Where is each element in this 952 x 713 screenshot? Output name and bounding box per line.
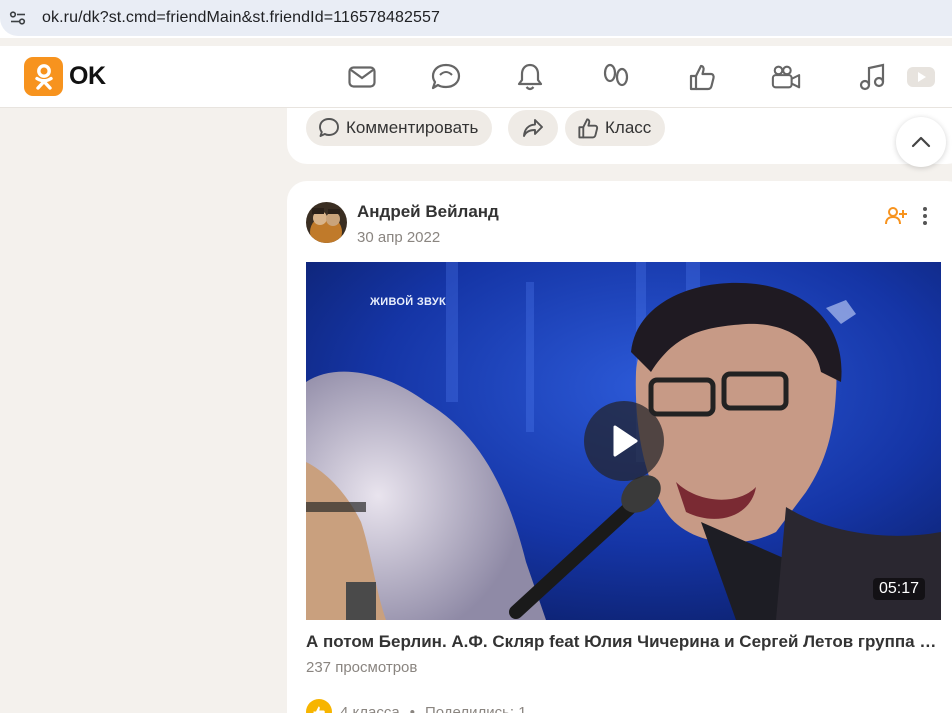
share-button[interactable]	[508, 110, 558, 146]
shares-count[interactable]: Поделились: 1	[425, 704, 527, 713]
marks-icon[interactable]	[687, 62, 717, 92]
logo-text: OK	[69, 62, 106, 90]
play-icon	[613, 425, 638, 457]
video-title[interactable]: А потом Берлин. А.Ф. Скляр feat Юлия Чич…	[306, 632, 946, 652]
more-options-icon[interactable]	[917, 205, 933, 227]
reactions-bar: 4 класса • Поделились: 1	[306, 699, 527, 713]
address-bar[interactable]: ok.ru/dk?st.cmd=friendMain&st.friendId=1…	[0, 0, 952, 36]
previous-post-card: Комментировать Класс	[287, 108, 952, 164]
video-views: 237 просмотров	[306, 659, 418, 676]
tune-icon[interactable]	[0, 0, 36, 36]
discussions-icon[interactable]	[431, 62, 461, 92]
separator-dot: •	[409, 703, 415, 713]
chevron-up-icon	[911, 136, 931, 148]
scroll-to-top-button[interactable]	[896, 117, 946, 167]
comment-button[interactable]: Комментировать	[306, 110, 493, 146]
browser-url-bar: ok.ru/dk?st.cmd=friendMain&st.friendId=1…	[0, 0, 952, 38]
video-player[interactable]: ЖИВОЙ ЗВУК 05:17	[306, 262, 941, 620]
url-text[interactable]: ok.ru/dk?st.cmd=friendMain&st.friendId=1…	[42, 9, 440, 27]
add-friend-icon[interactable]	[884, 205, 908, 227]
video-duration: 05:17	[872, 578, 925, 600]
feed-post-card: Андрей Вейланд 30 апр 2022 ЖИВОЙ ЗВУК 05…	[287, 181, 952, 713]
ok-logo[interactable]: OK	[24, 57, 106, 96]
like-badge-icon	[306, 699, 332, 713]
share-icon	[523, 119, 543, 137]
video-watermark: ЖИВОЙ ЗВУК	[370, 296, 447, 308]
like-icon	[578, 118, 599, 139]
guests-icon[interactable]	[601, 62, 631, 92]
play-button[interactable]	[584, 401, 664, 481]
video-icon[interactable]	[771, 62, 801, 92]
post-date[interactable]: 30 апр 2022	[357, 229, 440, 246]
notifications-icon[interactable]	[515, 62, 545, 92]
messages-icon[interactable]	[347, 62, 377, 92]
music-icon[interactable]	[857, 62, 887, 92]
like-label: Класс	[605, 118, 652, 137]
like-button[interactable]: Класс	[565, 110, 666, 146]
games-icon[interactable]	[906, 62, 936, 92]
comment-label: Комментировать	[346, 118, 479, 137]
author-name[interactable]: Андрей Вейланд	[357, 202, 499, 222]
comment-icon	[319, 118, 339, 137]
author-avatar[interactable]	[306, 202, 347, 243]
ok-logo-icon	[24, 57, 63, 96]
likes-count[interactable]: 4 класса	[340, 704, 400, 713]
site-header: OK	[0, 46, 952, 108]
